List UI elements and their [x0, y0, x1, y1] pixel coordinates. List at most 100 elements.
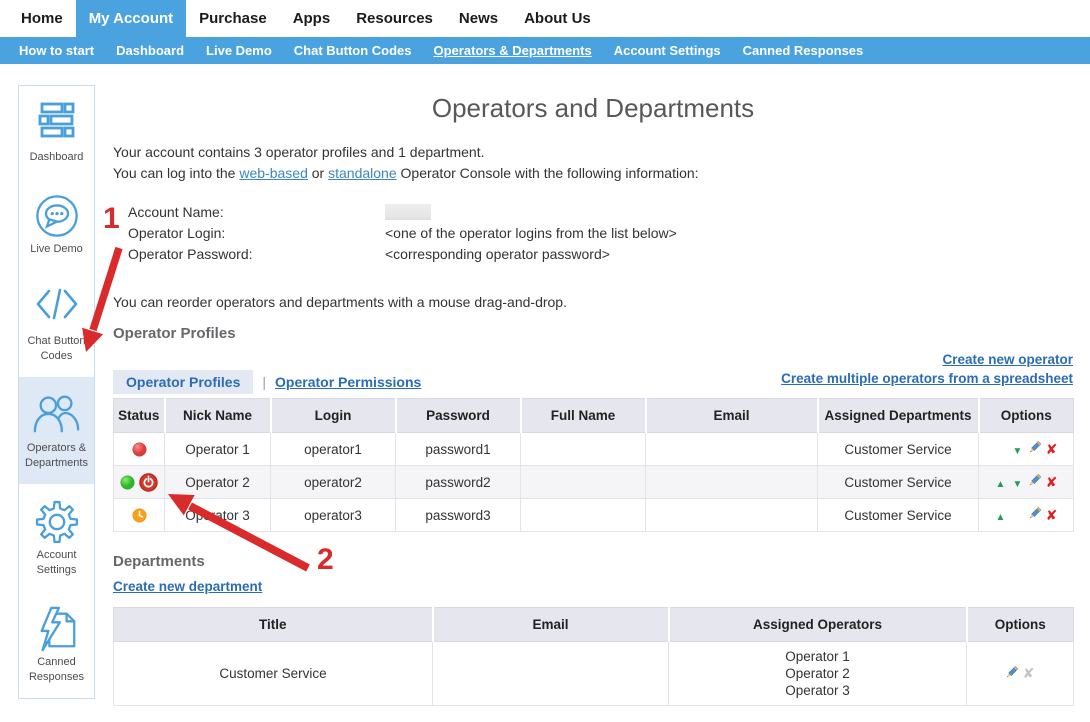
col-options: Options [967, 608, 1074, 642]
cell-password: password2 [396, 466, 521, 499]
intro-line2: You can log into the web-based or standa… [113, 163, 699, 184]
nav-my-account[interactable]: My Account [76, 0, 186, 37]
cell-title: Customer Service [114, 642, 433, 706]
operator-row-3: Operator 3 operator3 password3 Customer … [114, 499, 1074, 532]
operator-login-value: <one of the operator logins from the lis… [385, 223, 677, 244]
sidebar-item-operators-departments[interactable]: Operators & Departments [19, 377, 94, 484]
operator-login-label: Operator Login: [113, 223, 385, 244]
subnav-chat-button-codes[interactable]: Chat Button Codes [283, 43, 423, 58]
create-new-department-link[interactable]: Create new department [113, 579, 262, 594]
edit-pencil-icon[interactable] [1003, 665, 1020, 683]
account-name-redacted [385, 204, 431, 220]
cell-login: operator1 [271, 433, 396, 466]
assigned-operator: Operator 3 [670, 682, 965, 699]
sidebar-item-canned-responses[interactable]: Canned Responses [19, 591, 94, 698]
sidebar-item-label: Canned Responses [22, 655, 91, 685]
account-name-label: Account Name: [113, 202, 385, 223]
departments-table-header: Title Email Assigned Operators Options [114, 608, 1074, 642]
cell-options: ▲▼✘ [979, 499, 1074, 532]
sidebar-item-live-demo[interactable]: Live Demo [19, 178, 94, 270]
status-away-clock [132, 508, 147, 523]
sidebar: Dashboard Live Demo Chat Bu [18, 85, 95, 699]
nav-about-us[interactable]: About Us [511, 0, 604, 37]
delete-x-icon[interactable]: ✘ [1043, 441, 1060, 458]
cell-options: ✘ [967, 642, 1074, 706]
sidebar-item-dashboard[interactable]: Dashboard [19, 86, 94, 178]
sidebar-item-chat-button-codes[interactable]: Chat Button Codes [19, 270, 94, 377]
cell-options: ▲▼✘ [979, 433, 1074, 466]
subnav-account-settings[interactable]: Account Settings [603, 43, 732, 58]
cell-full-name [521, 433, 646, 466]
web-based-link[interactable]: web-based [239, 165, 308, 181]
operator-profiles-heading: Operator Profiles [113, 325, 236, 342]
cell-email [433, 642, 669, 706]
intro-or: or [308, 165, 328, 181]
annotation-step-2: 2 [317, 543, 334, 577]
cell-nick: Operator 2 [165, 466, 271, 499]
cell-nick: Operator 3 [165, 499, 271, 532]
chat-bubble-icon [22, 193, 91, 239]
edit-pencil-icon[interactable] [1026, 506, 1043, 524]
operator-tabs: Operator Profiles | Operator Permissions [113, 370, 421, 394]
intro-line1: Your account contains 3 operator profile… [113, 142, 699, 163]
operator-row-2: Operator 2 operator2 password2 Customer … [114, 466, 1074, 499]
sidebar-item-label: Operators & Departments [22, 441, 91, 471]
delete-x-icon[interactable]: ✘ [1043, 507, 1060, 524]
col-status: Status [114, 399, 165, 433]
edit-pencil-icon[interactable] [1026, 473, 1043, 491]
logout-power-button[interactable] [139, 473, 158, 492]
nav-news[interactable]: News [446, 0, 511, 37]
sidebar-item-label: Dashboard [22, 150, 91, 165]
sidebar-item-label: Account Settings [22, 548, 91, 578]
cell-password: password3 [396, 499, 521, 532]
col-assigned-departments: Assigned Departments [818, 399, 979, 433]
cell-email [646, 433, 818, 466]
cell-assigned-operators: Operator 1 Operator 2 Operator 3 [669, 642, 967, 706]
delete-x-icon[interactable]: ✘ [1043, 474, 1060, 491]
dashboard-icon [22, 101, 91, 147]
col-full-name: Full Name [521, 399, 646, 433]
operator-row-1: Operator 1 operator1 password1 Customer … [114, 433, 1074, 466]
intro-line2-prefix: You can log into the [113, 165, 239, 181]
nav-home[interactable]: Home [8, 0, 76, 37]
subnav-canned-responses[interactable]: Canned Responses [732, 43, 875, 58]
subnav-how-to-start[interactable]: How to start [8, 43, 105, 58]
col-options: Options [979, 399, 1074, 433]
code-icon [22, 285, 91, 331]
cell-email [646, 499, 818, 532]
col-assigned-operators: Assigned Operators [669, 608, 967, 642]
nav-resources[interactable]: Resources [343, 0, 446, 37]
top-nav: Home My Account Purchase Apps Resources … [0, 0, 1090, 37]
intro-line2-suffix: Operator Console with the following info… [397, 165, 699, 181]
subnav-dashboard[interactable]: Dashboard [105, 43, 195, 58]
col-email: Email [433, 608, 669, 642]
move-down-icon[interactable]: ▼ [1009, 475, 1026, 490]
assigned-operator: Operator 1 [670, 648, 965, 665]
move-down-icon[interactable]: ▼ [1009, 442, 1026, 457]
move-up-icon[interactable]: ▲ [992, 508, 1009, 523]
standalone-link[interactable]: standalone [328, 165, 397, 181]
cell-departments: Customer Service [818, 466, 979, 499]
subnav-operators-departments[interactable]: Operators & Departments [423, 43, 603, 58]
sub-nav: How to start Dashboard Live Demo Chat Bu… [0, 37, 1090, 64]
sidebar-item-label: Live Demo [22, 242, 91, 257]
gear-icon [22, 499, 91, 545]
edit-pencil-icon[interactable] [1026, 440, 1043, 458]
lightning-page-icon [22, 606, 91, 652]
create-multiple-operators-link[interactable]: Create multiple operators from a spreads… [781, 371, 1073, 386]
reorder-note: You can reorder operators and department… [113, 294, 567, 310]
intro-text: Your account contains 3 operator profile… [113, 142, 699, 184]
move-up-icon[interactable]: ▲ [992, 475, 1009, 490]
nav-purchase[interactable]: Purchase [186, 0, 280, 37]
nav-apps[interactable]: Apps [280, 0, 344, 37]
sidebar-item-account-settings[interactable]: Account Settings [19, 484, 94, 591]
departments-heading: Departments [113, 553, 205, 570]
cell-password: password1 [396, 433, 521, 466]
departments-table: Title Email Assigned Operators Options C… [113, 607, 1074, 706]
subnav-live-demo[interactable]: Live Demo [195, 43, 283, 58]
status-online-green-ball [120, 475, 135, 490]
create-new-operator-link[interactable]: Create new operator [942, 352, 1073, 367]
tab-operator-permissions[interactable]: Operator Permissions [275, 374, 421, 390]
cell-full-name [521, 466, 646, 499]
tab-operator-profiles[interactable]: Operator Profiles [113, 370, 253, 394]
